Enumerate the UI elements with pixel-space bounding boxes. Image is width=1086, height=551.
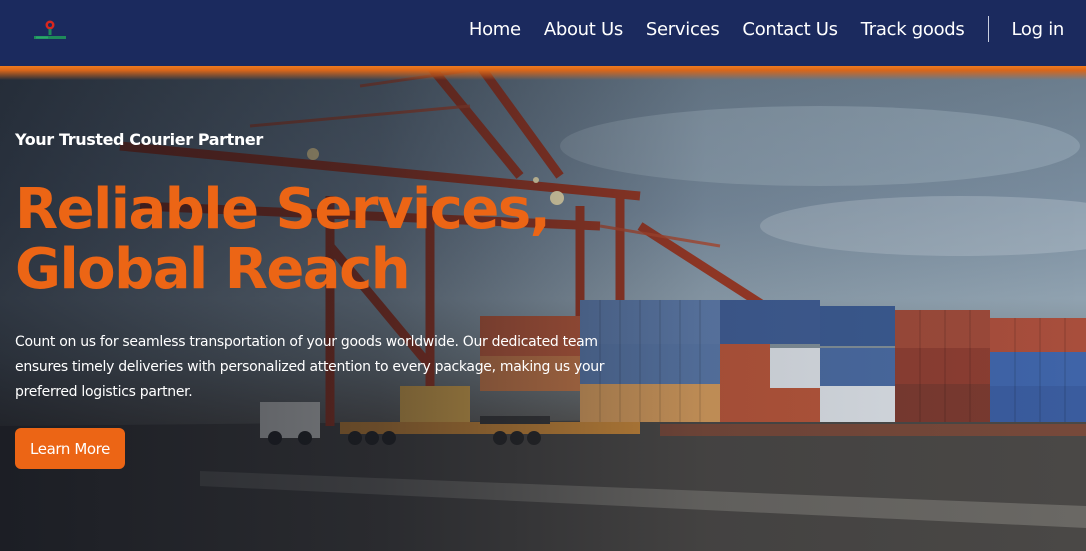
hero-headline-line1: Reliable Services, — [15, 177, 551, 242]
hero-description: Count on us for seamless transportation … — [15, 334, 605, 400]
nav-accent-bar — [0, 66, 1086, 80]
hero-section: Your Trusted Courier Partner Reliable Se… — [0, 66, 1086, 551]
nav-links: Home About Us Services Contact Us Track … — [469, 0, 1086, 58]
navbar: Home About Us Services Contact Us Track … — [0, 0, 1086, 66]
nav-about-link[interactable]: About Us — [544, 19, 623, 40]
learn-more-button[interactable]: Learn More — [15, 428, 125, 469]
hero-headline: Reliable Services, Global Reach — [15, 180, 655, 300]
hero-headline-line2: Global Reach — [15, 237, 411, 302]
nav-track-goods-link[interactable]: Track goods — [861, 19, 965, 40]
company-logo-icon[interactable] — [32, 17, 68, 43]
nav-contact-link[interactable]: Contact Us — [742, 19, 838, 40]
hero-tagline: Your Trusted Courier Partner — [15, 130, 263, 149]
nav-services-link[interactable]: Services — [646, 19, 720, 40]
login-link[interactable]: Log in — [1012, 19, 1065, 40]
nav-divider — [987, 16, 989, 42]
nav-home-link[interactable]: Home — [469, 19, 521, 40]
